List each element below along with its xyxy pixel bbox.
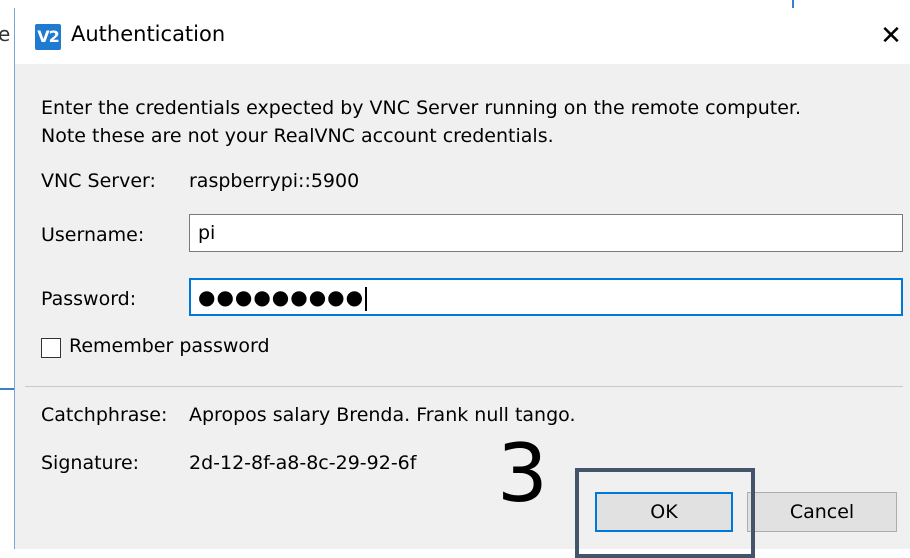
- signature-label: Signature:: [41, 452, 140, 474]
- divider: [25, 386, 903, 387]
- vnc-viewer-icon: V2: [35, 24, 61, 50]
- username-field[interactable]: pi: [189, 214, 903, 252]
- instructions-text: Enter the credentials expected by VNC Se…: [41, 94, 901, 150]
- cancel-button[interactable]: Cancel: [747, 492, 897, 532]
- password-field[interactable]: ●●●●●●●●●: [189, 278, 903, 316]
- title-bar[interactable]: V2 Authentication ✕: [15, 8, 910, 64]
- instructions-line: Note these are not your RealVNC account …: [41, 125, 554, 147]
- annotation-step-number: 3: [497, 427, 548, 520]
- server-label: VNC Server:: [41, 170, 156, 192]
- catchphrase-label: Catchphrase:: [41, 404, 168, 426]
- username-label: Username:: [41, 224, 145, 246]
- background-text: e: [0, 22, 11, 46]
- close-icon[interactable]: ✕: [871, 16, 910, 56]
- background-window: e: [0, 0, 14, 549]
- username-value: pi: [198, 222, 216, 244]
- remember-password-checkbox[interactable]: [41, 338, 61, 358]
- instructions-line: Enter the credentials expected by VNC Se…: [41, 97, 802, 119]
- password-label: Password:: [41, 288, 137, 310]
- dialog-body: Enter the credentials expected by VNC Se…: [15, 64, 910, 558]
- authentication-dialog: V2 Authentication ✕ Enter the credential…: [14, 8, 910, 558]
- server-value: raspberrypi::5900: [189, 170, 360, 192]
- catchphrase-value: Apropos salary Brenda. Frank null tango.: [189, 404, 576, 426]
- signature-value: 2d-12-8f-a8-8c-29-92-6f: [189, 452, 417, 474]
- password-value: ●●●●●●●●●: [198, 285, 365, 309]
- annotation-highlight-box: [575, 468, 755, 558]
- text-caret: [365, 286, 368, 311]
- dialog-title: Authentication: [71, 22, 226, 46]
- remember-password-label[interactable]: Remember password: [69, 335, 270, 357]
